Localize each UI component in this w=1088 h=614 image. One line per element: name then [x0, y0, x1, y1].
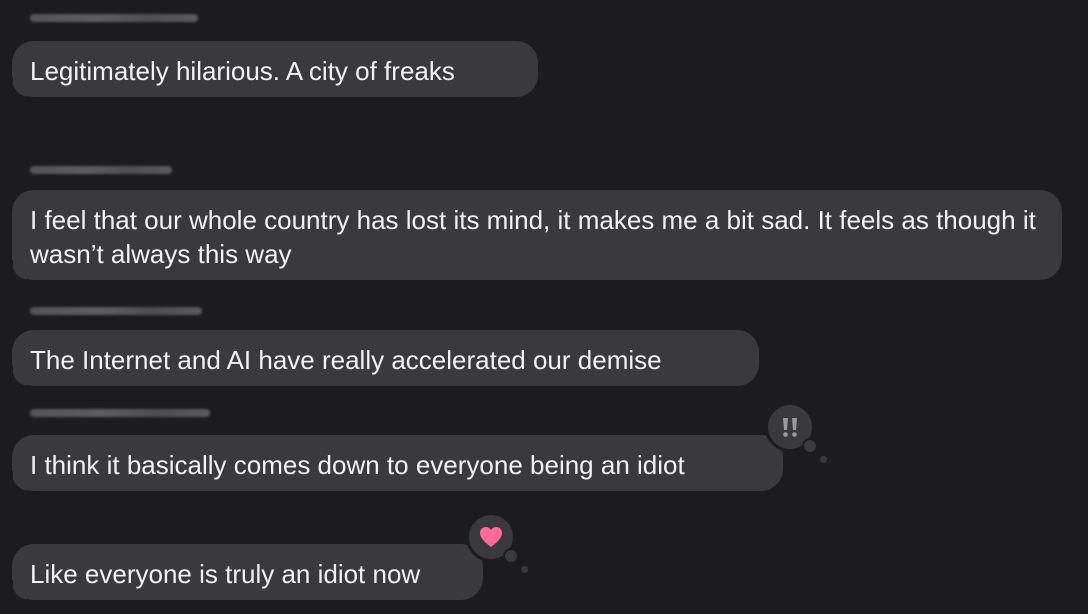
- tapback-bubble-dot: [521, 566, 528, 573]
- bubble-tail: [5, 366, 27, 386]
- message-thread: Legitimately hilarious. A city of freaks…: [0, 0, 1088, 614]
- bubble-tail: [5, 77, 27, 97]
- sender-name-redacted: [30, 14, 198, 22]
- message-bubble[interactable]: I feel that our whole country has lost i…: [5, 190, 1062, 280]
- heart-icon: [480, 527, 502, 547]
- sender-name-redacted: [30, 307, 202, 315]
- message-bubble[interactable]: Legitimately hilarious. A city of freaks: [5, 41, 538, 97]
- bubble-tail: [5, 260, 27, 280]
- message-bubble[interactable]: Like everyone is truly an idiot now: [5, 544, 483, 600]
- message-bubble[interactable]: The Internet and AI have really accelera…: [5, 330, 759, 386]
- message-text: I feel that our whole country has lost i…: [30, 205, 1036, 269]
- tapback-heart[interactable]: [466, 512, 528, 573]
- message-text: The Internet and AI have really accelera…: [30, 345, 662, 375]
- tapback-exclamation[interactable]: [765, 402, 827, 463]
- bubble-tail: [5, 471, 27, 491]
- bubble-tail: [5, 580, 27, 600]
- message-text: Legitimately hilarious. A city of freaks: [30, 56, 455, 86]
- sender-name-redacted: [30, 166, 172, 174]
- message-text: I think it basically comes down to every…: [30, 450, 685, 480]
- tapback-bubble-dot: [820, 456, 827, 463]
- exclamation-icon: [783, 418, 797, 437]
- sender-name-redacted: [30, 409, 210, 417]
- tapback-bubble-dot: [802, 438, 818, 454]
- message-bubble[interactable]: I think it basically comes down to every…: [5, 435, 783, 491]
- message-text: Like everyone is truly an idiot now: [30, 559, 421, 589]
- tapback-bubble-dot: [503, 548, 519, 564]
